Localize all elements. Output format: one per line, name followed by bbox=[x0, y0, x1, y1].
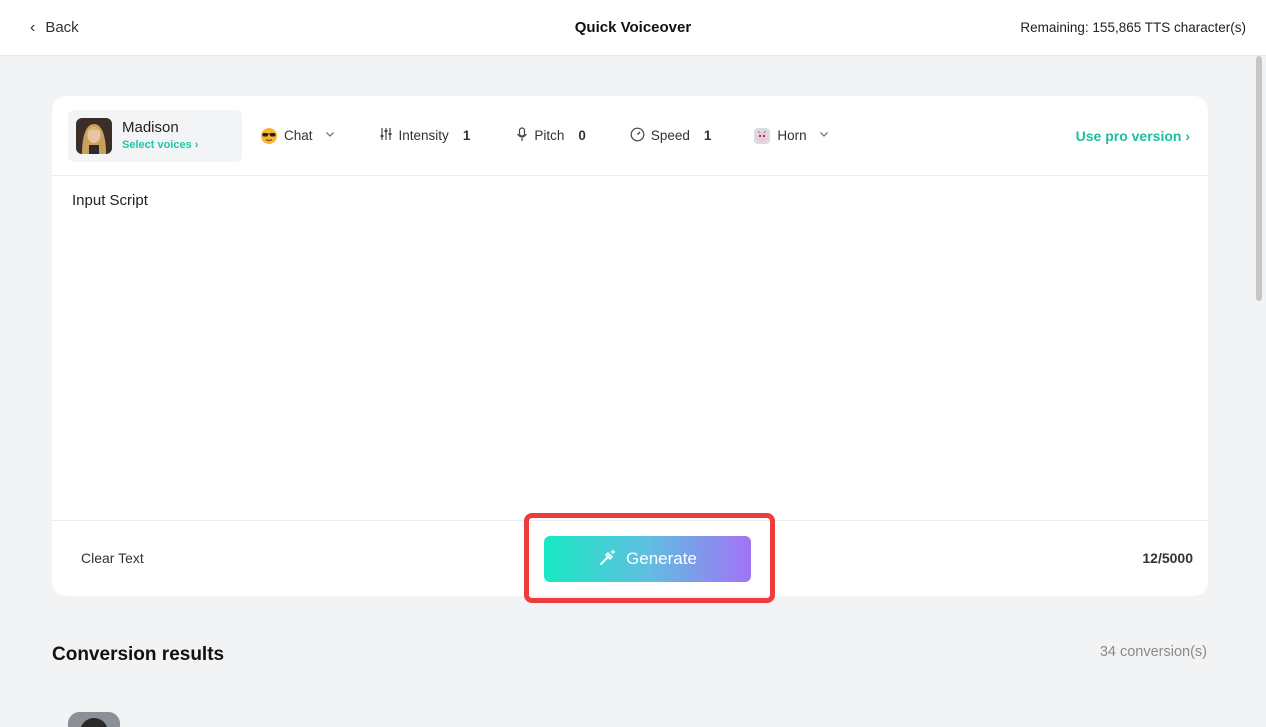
speed-label: Speed bbox=[650, 128, 690, 143]
pitch-value: 0 bbox=[578, 128, 586, 143]
intensity-label: Intensity bbox=[398, 128, 449, 143]
pitch-control[interactable]: Pitch 0 bbox=[516, 126, 586, 145]
intensity-control[interactable]: Intensity 1 bbox=[379, 127, 471, 144]
voice-avatar bbox=[76, 117, 112, 154]
pitch-label: Pitch bbox=[534, 128, 565, 143]
intensity-value: 1 bbox=[462, 128, 471, 143]
microphone-icon bbox=[516, 126, 528, 145]
script-input[interactable] bbox=[72, 192, 1188, 512]
chevron-down-icon bbox=[819, 129, 829, 142]
bgm-dropdown[interactable]: Horn bbox=[753, 127, 828, 145]
magic-wand-icon bbox=[598, 547, 618, 572]
clear-text-button[interactable]: Clear Text bbox=[81, 550, 144, 566]
card-footer: Clear Text Generate 12/5000 bbox=[52, 513, 1208, 603]
horn-character-icon bbox=[753, 127, 771, 145]
chevron-down-icon bbox=[325, 129, 335, 142]
voice-toolbar: Madison Select voices › Chat Intensity 1… bbox=[52, 96, 1208, 176]
back-label: Back bbox=[45, 19, 79, 36]
voiceover-card: Madison Select voices › Chat Intensity 1… bbox=[52, 96, 1208, 603]
style-label: Chat bbox=[284, 128, 313, 143]
generate-label: Generate bbox=[626, 549, 697, 568]
voice-selector[interactable]: Madison Select voices › bbox=[68, 109, 242, 162]
back-button[interactable]: ‹ Back bbox=[30, 19, 79, 36]
style-dropdown[interactable]: Chat bbox=[260, 127, 335, 145]
remaining-characters: Remaining: 155,865 TTS character(s) bbox=[1020, 20, 1246, 35]
conversion-results-title: Conversion results bbox=[52, 644, 225, 665]
page-scrollbar[interactable] bbox=[1256, 56, 1262, 727]
scrollbar-thumb[interactable] bbox=[1256, 56, 1262, 301]
use-pro-version-link[interactable]: Use pro version › bbox=[1076, 128, 1192, 144]
character-count: 12/5000 bbox=[1142, 550, 1193, 566]
result-avatar bbox=[68, 712, 120, 727]
speed-control[interactable]: Speed 1 bbox=[630, 127, 712, 145]
speedometer-icon bbox=[630, 127, 645, 145]
top-bar: ‹ Back Quick Voiceover Remaining: 155,86… bbox=[0, 0, 1266, 56]
bgm-label: Horn bbox=[777, 128, 807, 143]
select-voices-link[interactable]: Select voices › bbox=[122, 137, 198, 153]
conversion-count: 34 conversion(s) bbox=[1099, 644, 1207, 660]
voice-info: Madison Select voices › bbox=[122, 119, 198, 153]
sunglasses-emoji-icon bbox=[260, 127, 278, 145]
chevron-left-icon: ‹ bbox=[30, 18, 36, 36]
voice-name: Madison bbox=[122, 118, 179, 136]
generate-button[interactable]: Generate bbox=[544, 536, 751, 582]
sliders-icon bbox=[379, 127, 393, 144]
speed-value: 1 bbox=[703, 128, 712, 143]
